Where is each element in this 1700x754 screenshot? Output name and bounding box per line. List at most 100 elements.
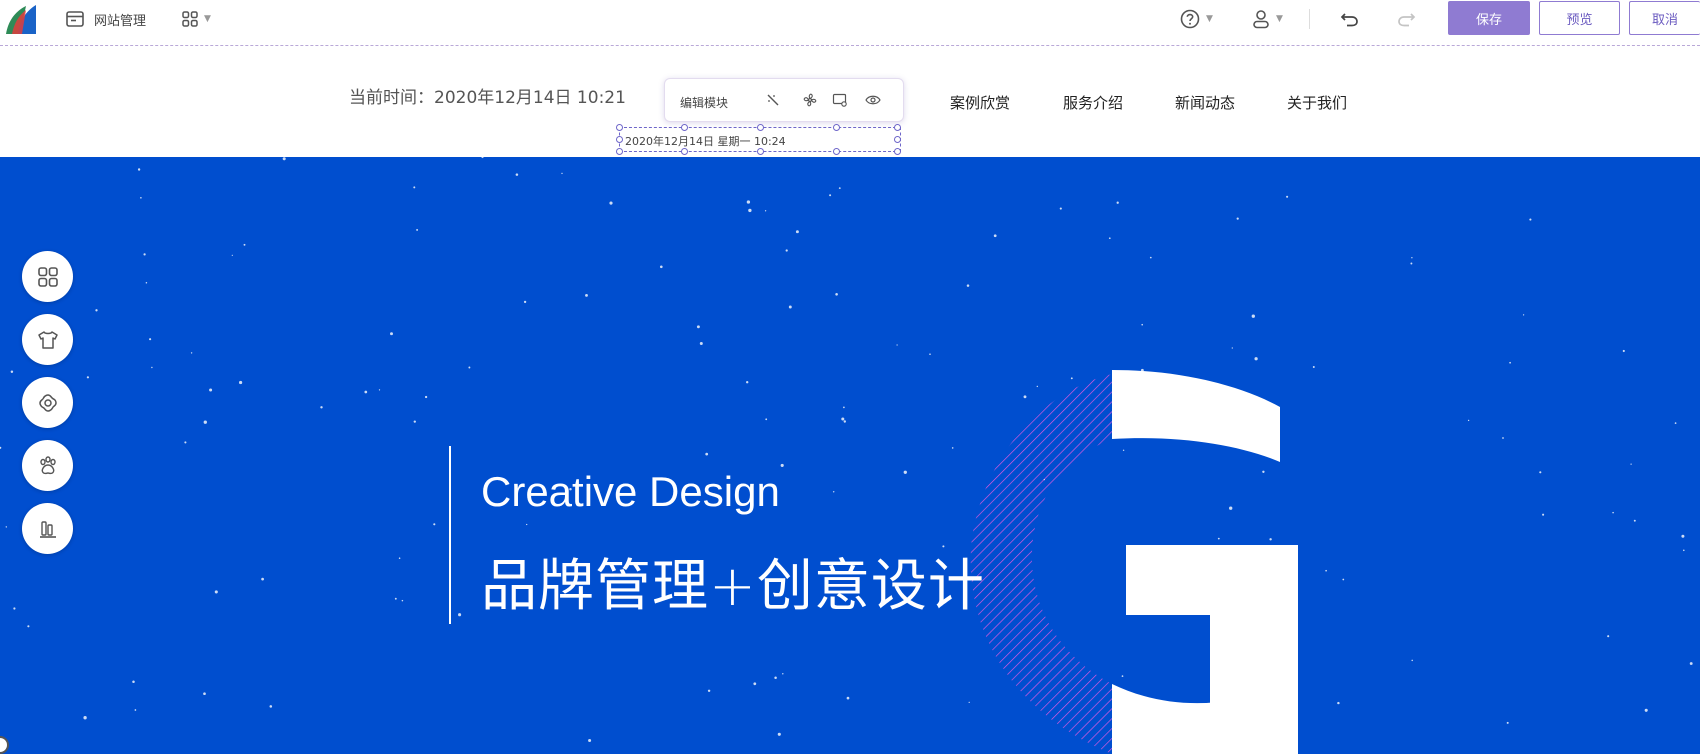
resize-handle[interactable] [833, 124, 840, 131]
star-dot [1217, 537, 1220, 540]
star-dot [149, 338, 152, 341]
star-dot [1674, 422, 1677, 424]
star-dot [1630, 463, 1632, 465]
logo[interactable] [4, 2, 38, 36]
resize-handle[interactable] [894, 124, 901, 131]
star-dot [390, 332, 393, 336]
star-dot [1138, 729, 1142, 733]
star-dot [134, 709, 137, 711]
star-dot [413, 420, 416, 423]
resize-handle[interactable] [681, 124, 688, 131]
save-button[interactable]: 保存 [1448, 1, 1530, 35]
resize-handle[interactable] [681, 148, 688, 155]
star-dot [832, 491, 835, 493]
tshirt-icon [37, 330, 58, 349]
nav-item-cases[interactable]: 案例欣赏 [950, 92, 1010, 113]
star-dot [1542, 513, 1545, 516]
star-dot [1023, 395, 1027, 399]
resize-handle[interactable] [894, 148, 901, 155]
fan-icon[interactable] [802, 92, 818, 108]
nav-item-services[interactable]: 服务介绍 [1063, 92, 1123, 113]
star-dot [1539, 471, 1542, 474]
screen-settings-icon[interactable] [832, 92, 848, 108]
star-dot [951, 447, 954, 449]
star-dot [966, 284, 970, 287]
browser-icon [66, 11, 84, 27]
star-dot [214, 590, 218, 594]
star-dot [433, 523, 436, 526]
star-dot [1506, 721, 1509, 724]
star-dot [416, 228, 419, 231]
star-dot [777, 732, 781, 736]
selected-time-module[interactable]: 2020年12月14日 星期一 10:24 [616, 124, 901, 155]
resize-handle[interactable] [757, 124, 764, 131]
resize-handle[interactable] [833, 148, 840, 155]
redo-button[interactable] [1396, 8, 1416, 30]
resize-handle[interactable] [616, 124, 623, 131]
cancel-button[interactable]: 取消 [1629, 1, 1700, 35]
magic-wand-icon[interactable] [765, 92, 781, 108]
resize-handle[interactable] [616, 136, 623, 143]
star-dot [753, 682, 757, 686]
side-apps-button[interactable] [22, 251, 73, 302]
star-dot [795, 230, 799, 234]
star-dot [203, 692, 206, 696]
side-settings-button[interactable] [22, 377, 73, 428]
star-dot [1280, 707, 1283, 711]
star-dot [1236, 217, 1239, 220]
star-dot [1689, 662, 1693, 665]
resize-handle[interactable] [757, 148, 764, 155]
star-dot [261, 577, 264, 581]
star-dot [929, 353, 931, 355]
side-pets-button[interactable] [22, 440, 73, 491]
star-dot [424, 395, 428, 399]
star-dot [143, 253, 146, 256]
star-dot [748, 208, 752, 213]
help-menu[interactable]: ▼ [1180, 8, 1213, 30]
star-dot [1325, 569, 1327, 572]
side-library-button[interactable] [22, 503, 73, 554]
side-theme-button[interactable] [22, 314, 73, 365]
star-dot [785, 249, 788, 252]
resize-handle[interactable] [894, 136, 901, 143]
star-dot [1274, 622, 1278, 626]
redo-icon [1398, 13, 1416, 27]
undo-icon [1340, 13, 1358, 27]
star-dot [1286, 195, 1289, 198]
star-dot [1411, 659, 1413, 662]
module-edit-toolbar: 编辑模块 [664, 78, 904, 122]
undo-button[interactable] [1340, 8, 1360, 30]
star-dot [765, 418, 768, 421]
star-dot [1269, 538, 1272, 541]
nav-item-about[interactable]: 关于我们 [1287, 92, 1347, 113]
toolbar-divider [1309, 9, 1310, 29]
star-dot [1502, 437, 1504, 439]
star-dot [838, 187, 841, 190]
eye-icon[interactable] [865, 92, 881, 108]
resize-handle[interactable] [616, 148, 623, 155]
editor-toolbar: 网站管理 ▼ ▼ ▼ 保存 预览 取消 [0, 0, 1700, 46]
preview-button[interactable]: 预览 [1539, 1, 1620, 35]
star-dot [1059, 207, 1062, 210]
star-dot [1681, 534, 1685, 538]
star-dot [788, 305, 792, 309]
star-dot [1509, 361, 1511, 364]
star-dot [1529, 218, 1532, 221]
star-dot [1410, 262, 1413, 265]
star-dot [1190, 613, 1193, 615]
star-dot [151, 366, 153, 369]
star-dot [1229, 506, 1233, 510]
star-dot [269, 705, 273, 708]
nav-item-news[interactable]: 新闻动态 [1175, 92, 1235, 113]
hero-banner: Creative Design 品牌管理+创意设计 [0, 157, 1700, 754]
user-menu[interactable]: ▼ [1252, 8, 1283, 30]
edit-module-button[interactable]: 编辑模块 [680, 94, 728, 111]
star-dot [140, 197, 142, 199]
star-dot [468, 366, 471, 369]
star-dot [707, 689, 711, 693]
site-manage-menu[interactable]: 网站管理 [66, 8, 146, 30]
apps-menu[interactable]: ▼ [182, 8, 211, 30]
star-dot [1644, 708, 1648, 712]
star-dot [1607, 635, 1610, 638]
star-dot [401, 599, 404, 602]
